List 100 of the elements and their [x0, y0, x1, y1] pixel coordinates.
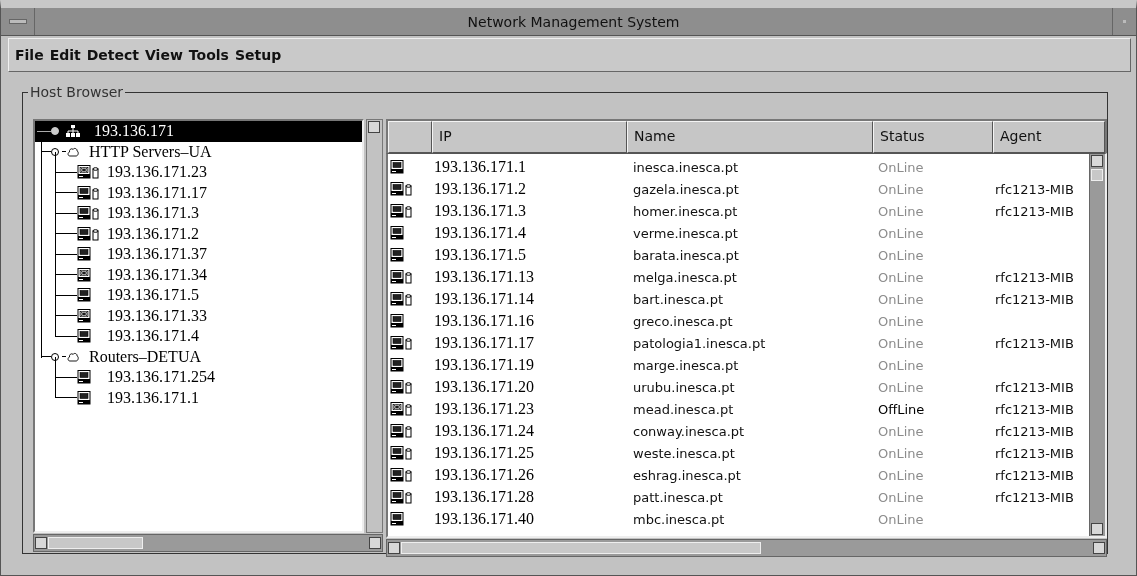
- status-cell-text: OnLine: [877, 467, 925, 483]
- tree-item[interactable]: 193.136.171.1: [55, 387, 362, 408]
- name-cell-text: eshrag.inesca.pt: [632, 467, 742, 483]
- column-header[interactable]: IP: [432, 121, 627, 153]
- connector-line: [55, 397, 77, 399]
- agent-cell-text: rfc1213-MIB: [994, 467, 1075, 483]
- column-header[interactable]: [388, 121, 432, 153]
- ip-cell-text: 193.136.171.14: [433, 290, 535, 308]
- ip-cell-text: 193.136.171.1: [433, 158, 527, 176]
- ip-cell-text: 193.136.171.4: [433, 224, 527, 242]
- status-cell-text: OnLine: [877, 489, 925, 505]
- ip-cell-text: 193.136.171.23: [433, 400, 535, 418]
- connector-line: [55, 253, 77, 255]
- agent-cell-text: rfc1213-MIB: [994, 291, 1075, 307]
- agent-cell-text: rfc1213-MIB: [994, 379, 1075, 395]
- tree-item[interactable]: 193.136.171.3: [55, 203, 362, 224]
- node-circle[interactable]: [51, 147, 59, 156]
- ip-cell-text: 193.136.171.25: [433, 444, 535, 462]
- ip-cell-text: 193.136.171.2: [433, 180, 527, 198]
- tree-item[interactable]: 193.136.171.2: [55, 223, 362, 244]
- agent-cell-text: rfc1213-MIB: [994, 269, 1075, 285]
- tree-item[interactable]: 193.136.171.5: [55, 285, 362, 306]
- agent-cell-text: rfc1213-MIB: [994, 401, 1075, 417]
- network-icon: [66, 125, 80, 138]
- ip-cell-text: 193.136.171.16: [433, 312, 535, 330]
- name-cell-text: weste.inesca.pt: [632, 445, 736, 461]
- status-cell-text: OnLine: [877, 269, 925, 285]
- tree-item[interactable]: 193.136.171.254: [55, 367, 362, 388]
- ip-cell-text: 193.136.171.26: [433, 466, 535, 484]
- name-cell-text: conway.inesca.pt: [632, 423, 746, 439]
- node-circle[interactable]: [51, 352, 59, 361]
- status-cell-text: OnLine: [877, 159, 925, 175]
- status-cell-text: OnLine: [877, 225, 925, 241]
- scrollbar[interactable]: [386, 539, 1107, 557]
- menu-item[interactable]: File: [12, 47, 47, 63]
- scrollbar[interactable]: [366, 119, 383, 533]
- ip-cell-text: 193.136.171.5: [433, 246, 527, 264]
- tree-item[interactable]: 193.136.171.34: [55, 264, 362, 285]
- name-cell-text: mead.inesca.pt: [632, 401, 735, 417]
- menu-item[interactable]: Detect: [83, 47, 143, 63]
- column-header[interactable]: Name: [627, 121, 873, 153]
- name-cell-text: marge.inesca.pt: [632, 357, 740, 373]
- name-cell-text: barata.inesca.pt: [632, 247, 740, 263]
- name-cell-text: bart.inesca.pt: [632, 291, 724, 307]
- connector-line: [41, 151, 51, 153]
- tree-item[interactable]: 193.136.171.4: [55, 326, 362, 347]
- column-header[interactable]: Status: [873, 121, 993, 153]
- cloud-icon: [67, 350, 79, 363]
- connector-line: [55, 294, 77, 296]
- status-cell-text: OnLine: [877, 379, 925, 395]
- name-cell-text: verme.inesca.pt: [632, 225, 739, 241]
- name-cell-text: inesca.inesca.pt: [632, 159, 740, 175]
- name-cell-text: patt.inesca.pt: [632, 489, 724, 505]
- connector-line: [55, 212, 77, 214]
- agent-cell-text: rfc1213-MIB: [994, 203, 1075, 219]
- ip-cell-text: 193.136.171.24: [433, 422, 535, 440]
- name-cell-text: homer.inesca.pt: [632, 203, 739, 219]
- agent-cell-text: rfc1213-MIB: [994, 445, 1075, 461]
- ip-cell-text: 193.136.171.40: [433, 510, 535, 528]
- column-header[interactable]: Agent: [993, 121, 1105, 153]
- ip-cell-text: 193.136.171.17: [433, 334, 535, 352]
- status-cell-text: OnLine: [877, 247, 925, 263]
- name-cell-text: melga.inesca.pt: [632, 269, 738, 285]
- scrollbar[interactable]: [1089, 154, 1105, 536]
- status-cell-text: OnLine: [877, 445, 925, 461]
- status-cell-text: OnLine: [877, 291, 925, 307]
- tree-item[interactable]: 193.136.171.17: [55, 182, 362, 203]
- menu-item[interactable]: Tools: [185, 47, 232, 63]
- tree-item[interactable]: 193.136.171: [35, 121, 362, 142]
- menu-item[interactable]: View: [142, 47, 186, 63]
- connector-line: [55, 315, 77, 317]
- connector-line: [37, 130, 51, 132]
- tree-item[interactable]: Routers–DETUA: [41, 346, 362, 367]
- scrollbar[interactable]: [33, 534, 383, 552]
- connector-line: [55, 192, 77, 194]
- name-cell-text: gazela.inesca.pt: [632, 181, 740, 197]
- tree-item[interactable]: 193.136.171.33: [55, 305, 362, 326]
- agent-cell-text: rfc1213-MIB: [994, 489, 1075, 505]
- tree-item[interactable]: 193.136.171.23: [55, 162, 362, 183]
- agent-cell-text: rfc1213-MIB: [994, 181, 1075, 197]
- status-cell-text: OnLine: [877, 335, 925, 351]
- tree-item[interactable]: HTTP Servers–UA: [41, 141, 362, 162]
- status-cell-text: OnLine: [877, 511, 925, 527]
- agent-cell-text: rfc1213-MIB: [994, 423, 1075, 439]
- tree-item[interactable]: 193.136.171.37: [55, 244, 362, 265]
- menu-item[interactable]: Edit: [46, 47, 84, 63]
- name-cell-text: patologia1.inesca.pt: [632, 335, 767, 351]
- connector-line: [55, 233, 77, 235]
- status-cell-text: OnLine: [877, 181, 925, 197]
- connector-line: [55, 274, 77, 276]
- agent-cell-text: rfc1213-MIB: [994, 335, 1075, 351]
- ip-cell-text: 193.136.171.3: [433, 202, 527, 220]
- window-title: Network Management System: [466, 13, 681, 30]
- cloud-icon: [67, 145, 79, 158]
- connector-line: [55, 171, 77, 173]
- ip-cell-text: 193.136.171.13: [433, 268, 535, 286]
- connector-line: [55, 376, 77, 378]
- status-cell-text: OnLine: [877, 203, 925, 219]
- group-title: Host Browser: [28, 84, 126, 100]
- menu-item[interactable]: Setup: [231, 47, 285, 63]
